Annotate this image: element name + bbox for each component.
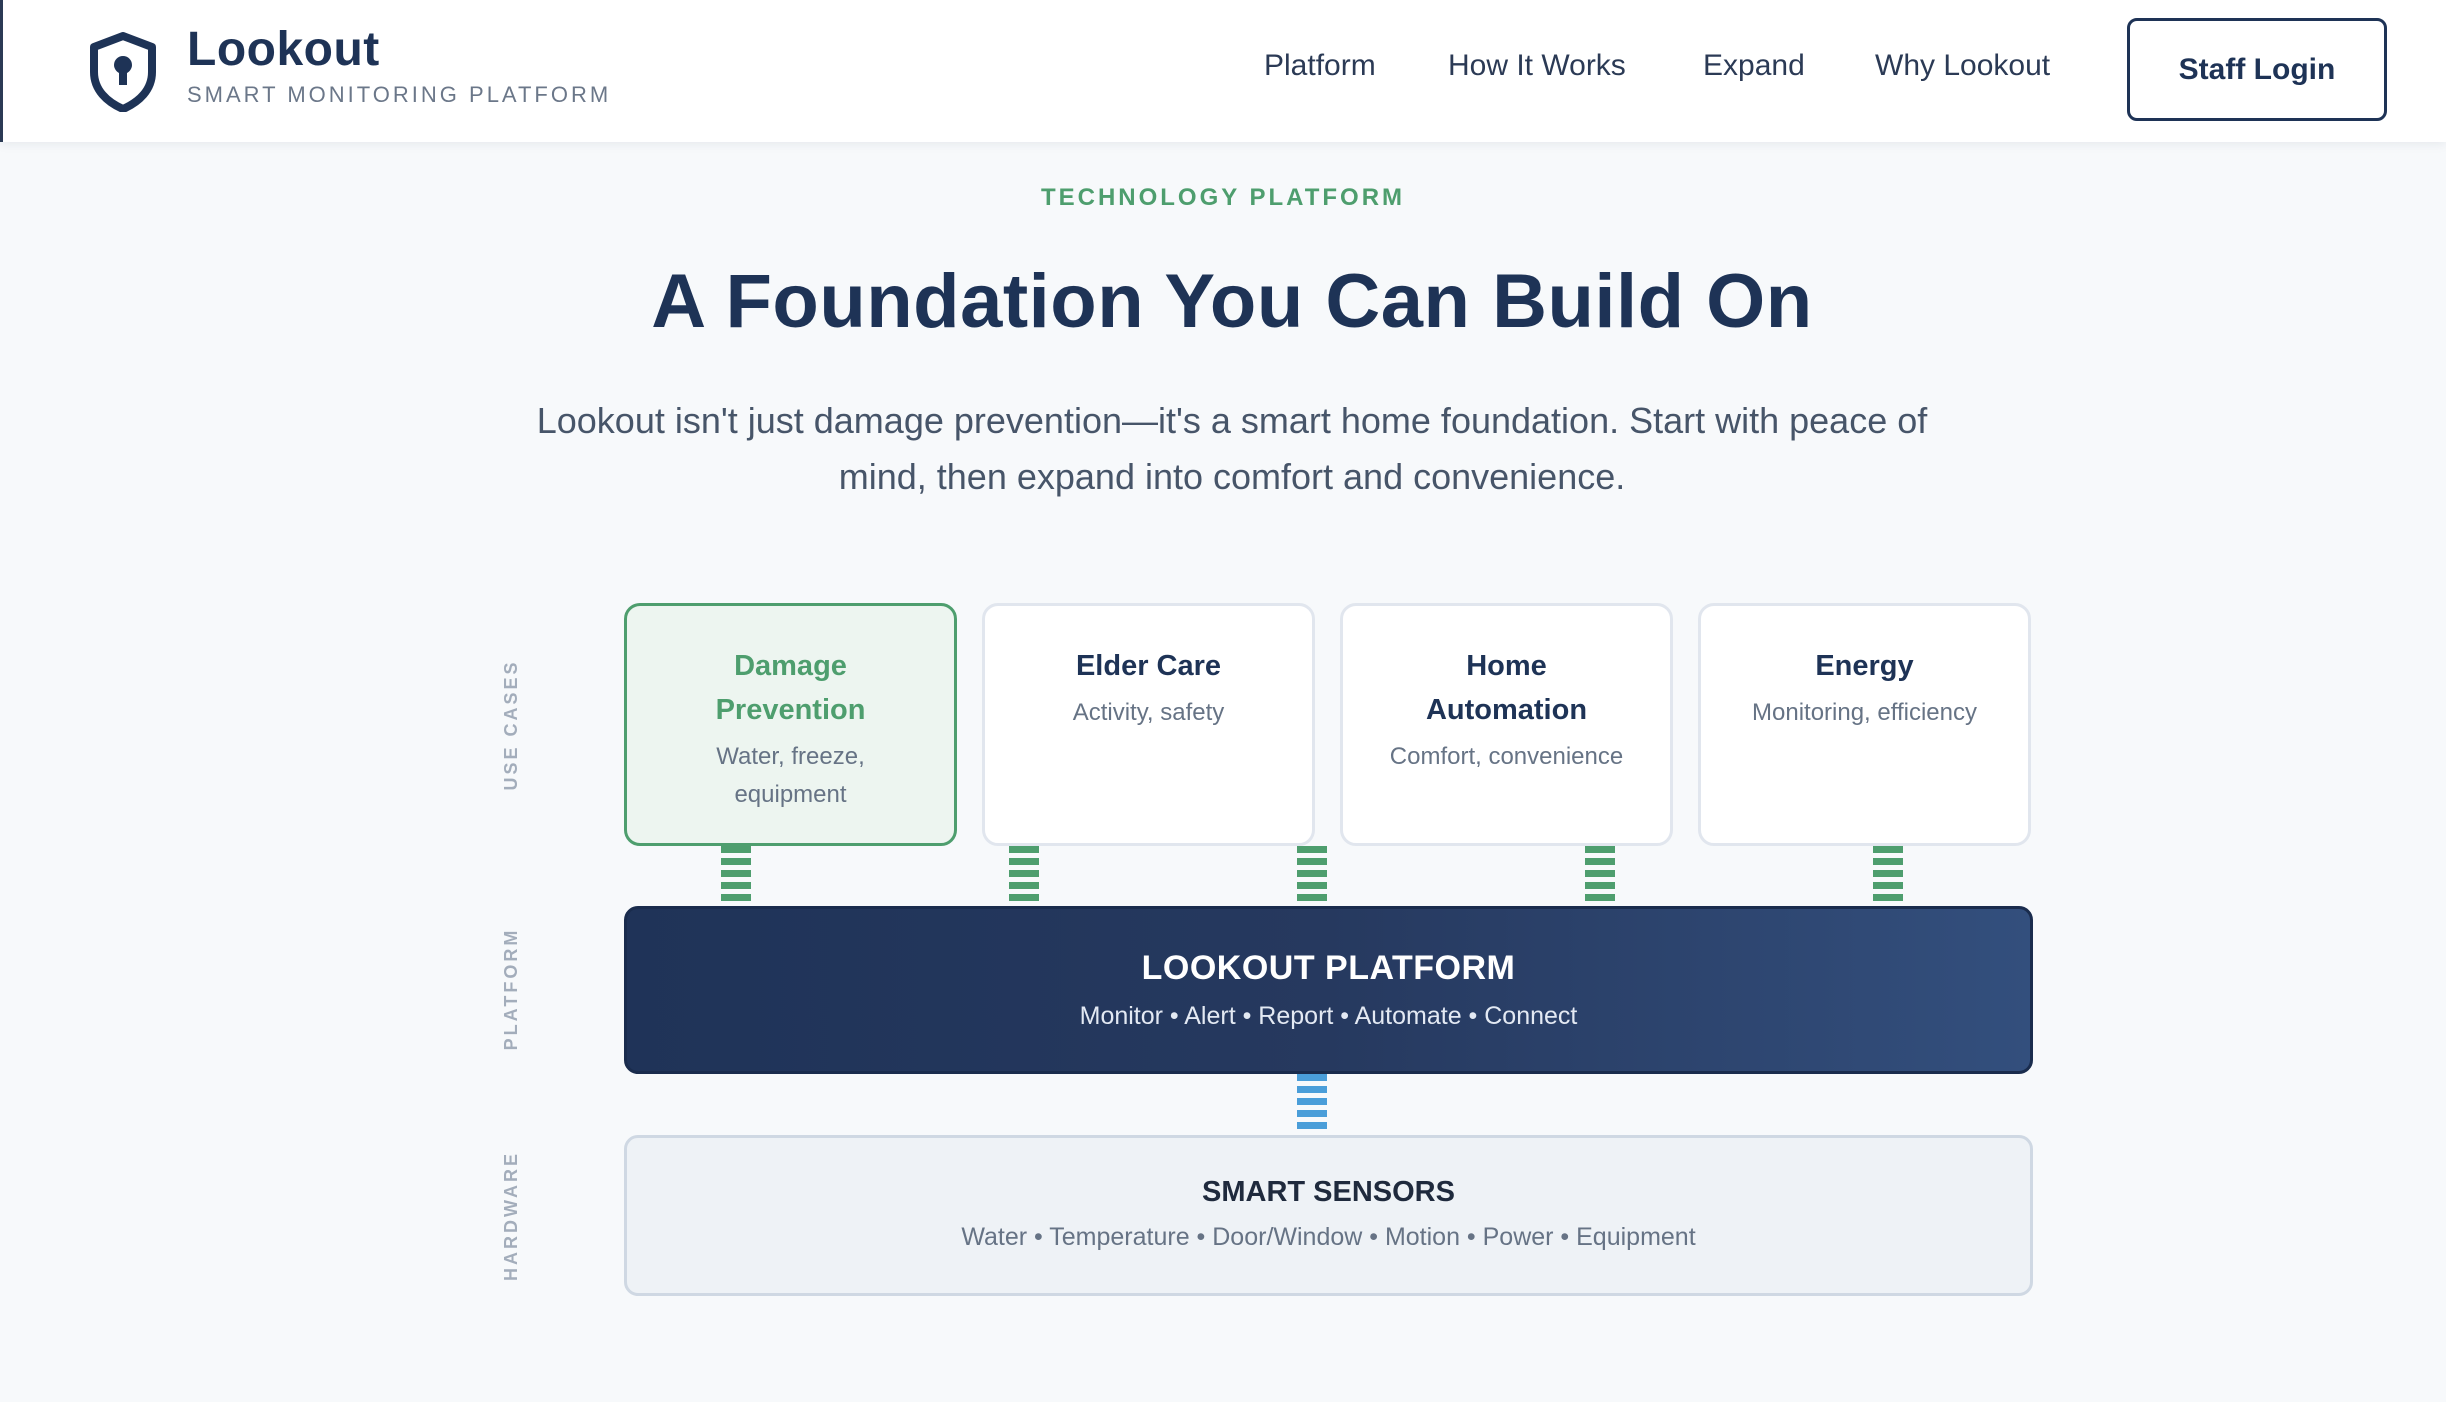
nav-link-why-lookout[interactable]: Why Lookout [1875,49,2050,83]
nav-link-platform[interactable]: Platform [1264,49,1376,83]
use-case-title: Damage Prevention [715,650,866,726]
connector-platform-sensors [1297,1074,1327,1134]
use-case-desc: Monitoring, efficiency [1752,699,1977,726]
use-case-card-elder-care[interactable]: Elder Care Activity, safety [982,603,1315,846]
use-case-title: Home Automation [1425,650,1588,726]
platform-layer: LOOKOUT PLATFORM Monitor • Alert • Repor… [624,906,2033,1074]
layer-label-hardware: HARDWARE [501,1151,521,1281]
connector-use-case [1297,846,1327,906]
sensors-title: SMART SENSORS [1202,1176,1455,1208]
sensor-types: Water • Temperature • Door/Window • Moti… [961,1223,1696,1251]
use-case-card-home-automation[interactable]: Home Automation Comfort, convenience [1340,603,1673,846]
layer-label-platform: PLATFORM [501,927,521,1051]
use-case-title: Energy [1815,650,1914,682]
use-case-desc: Water, freeze, equipment [716,743,865,808]
staff-login-button[interactable]: Staff Login [2127,18,2387,121]
site-header: Lookout SMART MONITORING PLATFORM Platfo… [0,0,2446,142]
nav-link-how-it-works[interactable]: How It Works [1448,49,1626,83]
nav-link-expand[interactable]: Expand [1703,49,1805,83]
hero-subtitle: Lookout isn't just damage prevention—it'… [536,400,1928,497]
use-case-card-energy[interactable]: Energy Monitoring, efficiency [1698,603,2031,846]
shield-icon[interactable] [88,32,158,112]
connector-use-case [721,846,751,906]
use-case-desc: Comfort, convenience [1389,743,1624,770]
hero-title: A Foundation You Can Build On [651,259,1813,344]
connector-use-case [1873,846,1903,906]
use-case-desc: Activity, safety [1072,699,1225,726]
brand-tagline: SMART MONITORING PLATFORM [187,82,612,107]
page: Lookout SMART MONITORING PLATFORM Platfo… [0,0,2446,1402]
use-case-title: Elder Care [1075,650,1222,682]
sensors-layer: SMART SENSORS Water • Temperature • Door… [624,1135,2033,1296]
layer-label-use-cases: USE CASES [501,659,521,791]
use-case-card-damage-prevention[interactable]: Damage Prevention Water, freeze, equipme… [624,603,957,846]
brand-name[interactable]: Lookout [187,22,380,77]
section-eyebrow: TECHNOLOGY PLATFORM [1040,184,1406,211]
platform-capabilities: Monitor • Alert • Report • Automate • Co… [1079,1002,1578,1030]
connector-use-case [1009,846,1039,906]
platform-title: LOOKOUT PLATFORM [1141,949,1516,987]
connector-use-case [1585,846,1615,906]
